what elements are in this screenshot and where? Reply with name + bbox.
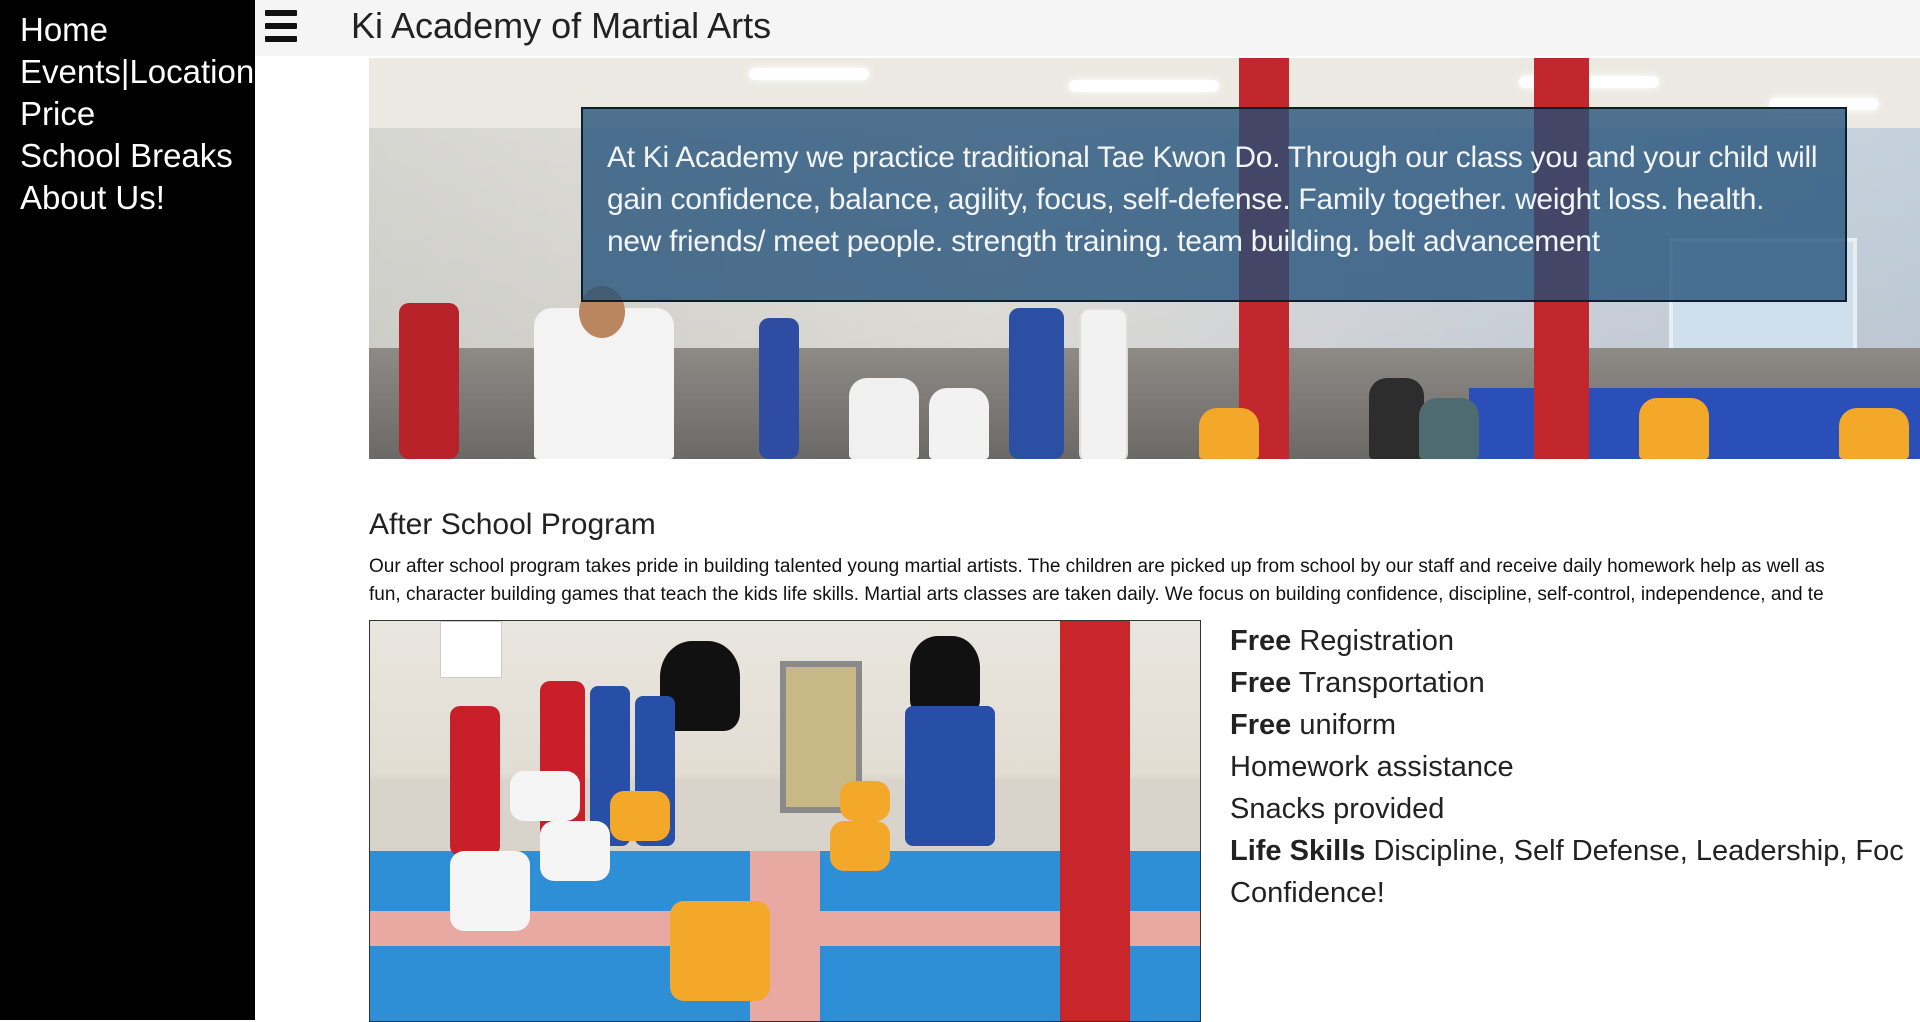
sidebar-item-school-breaks[interactable]: School Breaks: [0, 135, 255, 177]
feature-bold: Life Skills: [1230, 835, 1366, 867]
feature-item: Free Transportation: [1230, 662, 1920, 704]
section-paragraph-line: Our after school program takes pride in …: [369, 556, 1825, 577]
feature-bold: Free: [1230, 667, 1292, 699]
feature-item: Homework assistance: [1230, 746, 1920, 788]
hamburger-menu-icon[interactable]: [265, 10, 297, 42]
top-bar: Ki Academy of Martial Arts: [255, 0, 1920, 56]
feature-text: Snacks provided: [1230, 793, 1445, 825]
feature-item: Snacks provided: [1230, 788, 1920, 830]
feature-item: Free Registration: [1230, 620, 1920, 662]
feature-text: Registration: [1291, 625, 1455, 657]
feature-list: Free Registration Free Transportation Fr…: [1230, 620, 1920, 914]
section-paragraph-line: fun, character building games that teach…: [369, 584, 1824, 605]
feature-item: Free uniform: [1230, 704, 1920, 746]
feature-bold: Free: [1230, 625, 1292, 657]
feature-text: Confidence!: [1230, 877, 1385, 909]
classroom-photo: [369, 620, 1201, 1022]
feature-item: Confidence!: [1230, 872, 1920, 914]
feature-text: Homework assistance: [1230, 751, 1514, 783]
feature-text: Transportation: [1291, 667, 1485, 699]
feature-bold: Free: [1230, 709, 1292, 741]
feature-text: uniform: [1291, 709, 1397, 741]
sidebar-item-home[interactable]: Home: [0, 9, 255, 51]
section-paragraph: Our after school program takes pride in …: [369, 553, 1920, 609]
hero-caption: At Ki Academy we practice traditional Ta…: [581, 107, 1847, 302]
sidebar-item-price[interactable]: Price: [0, 93, 255, 135]
sidebar-item-events-locations[interactable]: Events|Locations: [0, 51, 271, 93]
feature-text: Discipline, Self Defense, Leadership, Fo…: [1365, 835, 1904, 867]
site-title: Ki Academy of Martial Arts: [351, 5, 772, 46]
sidebar-nav: Home Events|Locations Price School Break…: [0, 0, 271, 1020]
feature-item: Life Skills Discipline, Self Defense, Le…: [1230, 830, 1920, 872]
sidebar-item-about-us[interactable]: About Us!: [0, 177, 255, 219]
section-heading: After School Program: [369, 508, 656, 541]
